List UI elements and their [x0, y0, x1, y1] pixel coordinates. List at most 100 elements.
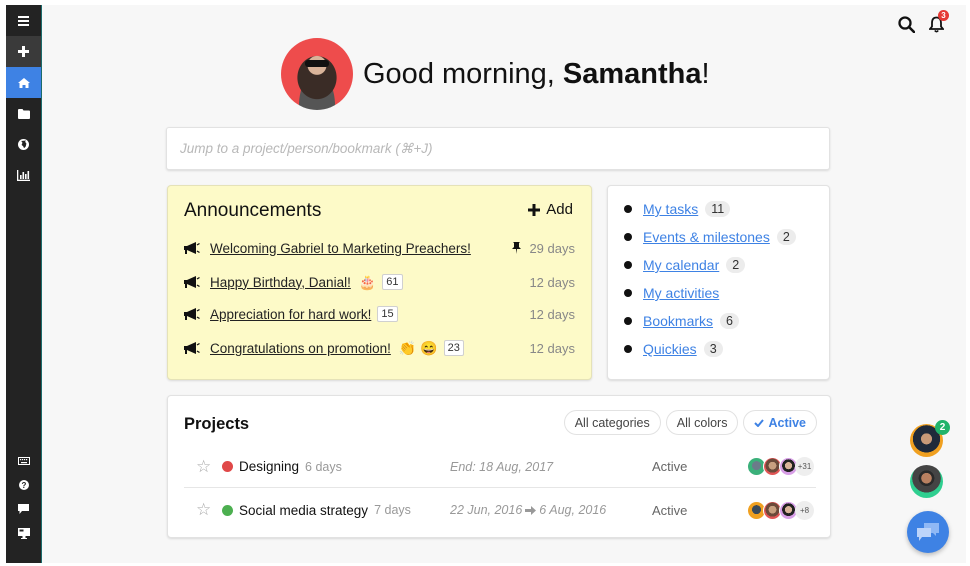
add-label: Add: [546, 201, 573, 218]
project-row[interactable]: ☆ Social media strategy 7 days 22 Jun, 2…: [184, 489, 816, 531]
search-button[interactable]: [896, 13, 916, 35]
user-avatar[interactable]: [281, 38, 353, 110]
greeting-header: Good morning, Samantha!: [281, 38, 710, 110]
star-icon[interactable]: ☆: [196, 500, 214, 520]
user-name: Samantha: [562, 57, 702, 90]
feedback-button[interactable]: [6, 497, 41, 521]
quick-link-quickies[interactable]: Quickies: [643, 341, 697, 357]
project-duration: 6 days: [305, 459, 342, 474]
announcement-item: Appreciation for hard work! 15 12 days: [184, 303, 575, 325]
megaphone-icon: [184, 307, 202, 321]
sidebar-menu-button[interactable]: [6, 5, 41, 36]
announcements-title: Announcements: [184, 200, 322, 221]
keyboard-shortcuts-button[interactable]: [6, 449, 41, 473]
pin-icon: [512, 242, 522, 254]
sidebar-item-reports[interactable]: [6, 160, 41, 191]
project-members[interactable]: +31: [747, 457, 814, 476]
folder-icon: [17, 108, 30, 119]
announcements-card: Announcements Add Welcoming Gabriel to M…: [167, 185, 592, 380]
check-icon: [754, 418, 765, 427]
project-color-dot: [222, 461, 233, 472]
globe-icon: [18, 139, 29, 150]
announcement-item: Welcoming Gabriel to Marketing Preachers…: [184, 237, 575, 259]
project-status: Active: [652, 502, 688, 518]
announcement-age: 12 days: [529, 274, 575, 290]
chat-head-avatar[interactable]: [910, 465, 943, 498]
quick-link-activities[interactable]: My activities: [643, 285, 719, 301]
bullet-icon: [624, 345, 632, 353]
announcement-link[interactable]: Welcoming Gabriel to Marketing Preachers…: [210, 241, 471, 256]
megaphone-icon: [184, 341, 202, 355]
announcement-meta: 12 days: [529, 341, 575, 356]
desktop-app-button[interactable]: [6, 521, 41, 545]
announcement-item: Happy Birthday, Danial! 🎂 61 12 days: [184, 271, 575, 293]
chat-head-avatar[interactable]: 2: [910, 420, 950, 457]
help-button[interactable]: ?: [6, 473, 41, 497]
announcement-meta: 12 days: [529, 275, 575, 290]
announcement-item: Congratulations on promotion! 👏 😄 23 12 …: [184, 337, 575, 359]
bullet-icon: [624, 261, 632, 269]
greeting-prefix: Good morning,: [363, 57, 563, 90]
filter-active[interactable]: Active: [743, 410, 817, 435]
project-row[interactable]: ☆ Designing 6 days End: 18 Aug, 2017 Act…: [184, 446, 816, 488]
quick-link-item: My tasks 11: [624, 199, 731, 219]
reaction-emojis[interactable]: 🎂: [359, 274, 376, 291]
filter-all-colors[interactable]: All colors: [665, 410, 739, 435]
star-icon[interactable]: ☆: [196, 457, 214, 477]
open-chat-button[interactable]: [907, 511, 949, 553]
projects-card: Projects All categories All colors Activ…: [167, 395, 831, 538]
sidebar-item-globe[interactable]: [6, 129, 41, 160]
reaction-emojis[interactable]: 👏 😄: [399, 340, 438, 357]
bullet-icon: [624, 317, 632, 325]
plus-icon: [528, 203, 541, 216]
count-badge: 3: [703, 341, 723, 357]
app-window: ? 3 Good morning, Samantha! Announcement…: [6, 5, 966, 563]
sidebar-bottom: ?: [6, 449, 41, 545]
jump-search-box: [166, 127, 830, 170]
project-members[interactable]: +8: [747, 500, 814, 520]
project-date-start: 22 Jun, 2016: [450, 503, 523, 517]
count-badge: 6: [720, 313, 739, 329]
sidebar-item-projects[interactable]: [6, 98, 41, 129]
quick-link-events[interactable]: Events & milestones: [643, 229, 770, 245]
bar-chart-icon: [17, 170, 30, 181]
sidebar-item-home[interactable]: [6, 67, 41, 98]
sidebar-add-button[interactable]: [6, 36, 41, 67]
hamburger-menu-icon: [18, 15, 29, 26]
announcement-link[interactable]: Congratulations on promotion!: [210, 341, 391, 356]
announcement-meta: 12 days: [529, 307, 575, 322]
project-name[interactable]: Designing: [239, 459, 299, 474]
quick-link-calendar[interactable]: My calendar: [643, 257, 719, 273]
keyboard-icon: [17, 457, 30, 465]
announcement-link[interactable]: Appreciation for hard work!: [210, 307, 371, 322]
sidebar: ?: [6, 5, 42, 563]
filter-all-categories[interactable]: All categories: [563, 410, 661, 435]
announcement-link[interactable]: Happy Birthday, Danial!: [210, 275, 351, 290]
comment-icon: [18, 504, 29, 514]
project-color-dot: [222, 504, 233, 516]
megaphone-icon: [184, 241, 202, 255]
project-filters: All categories All colors Active: [563, 410, 817, 435]
more-members-count: +31: [795, 457, 814, 476]
count-badge: 11: [705, 201, 731, 217]
announcement-age: 12 days: [529, 340, 575, 356]
comment-count: 23: [443, 340, 464, 356]
quick-link-bookmarks[interactable]: Bookmarks: [643, 313, 713, 329]
quick-link-my-tasks[interactable]: My tasks: [643, 201, 698, 217]
notifications-button[interactable]: 3: [926, 10, 949, 35]
add-announcement-button[interactable]: Add: [528, 201, 573, 218]
project-dates: End: 18 Aug, 2017: [450, 460, 553, 474]
top-toolbar: 3: [896, 10, 949, 35]
unread-badge: 2: [935, 420, 950, 435]
bullet-icon: [624, 205, 632, 213]
comment-count: 61: [382, 274, 403, 290]
home-icon: [17, 77, 30, 88]
project-name[interactable]: Social media strategy: [239, 503, 368, 518]
project-status: Active: [652, 459, 688, 474]
project-date-start: End: 18 Aug, 2017: [450, 459, 554, 474]
desktop-icon: [17, 527, 30, 539]
megaphone-icon: [184, 275, 202, 289]
question-circle-icon: ?: [18, 480, 29, 490]
jump-search-input[interactable]: [180, 141, 816, 156]
project-duration: 7 days: [374, 503, 411, 517]
